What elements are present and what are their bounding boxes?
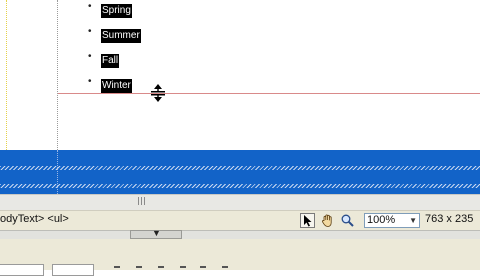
- design-view-canvas[interactable]: • Spring • Summer • Fall • Winter: [0, 0, 480, 150]
- tag-selector[interactable]: odyText> <ul>: [0, 213, 69, 225]
- property-field[interactable]: [0, 264, 44, 276]
- window-size-readout[interactable]: 763 x 235: [425, 213, 473, 225]
- property-inspector: [0, 239, 480, 276]
- align-right-icon[interactable]: [158, 266, 164, 272]
- bullet-marker: •: [88, 76, 92, 87]
- split-bar-guide: [57, 150, 58, 194]
- zoom-tool-icon[interactable]: [340, 213, 355, 228]
- split-bar-hatch: [0, 166, 480, 170]
- list-item[interactable]: • Summer: [88, 25, 141, 50]
- left-margin-guide: [6, 0, 8, 150]
- list-item[interactable]: • Fall: [88, 50, 141, 75]
- row-resize-cursor-icon: [151, 84, 165, 102]
- chevron-down-icon: ▼: [409, 216, 417, 225]
- bullet-marker: •: [88, 51, 92, 62]
- zoom-select[interactable]: 100% ▼: [364, 213, 420, 228]
- split-bar-hatch: [0, 184, 480, 188]
- zoom-value: 100%: [367, 214, 396, 226]
- triangle-down-icon: ▼: [152, 228, 161, 238]
- bullet-marker: •: [88, 1, 92, 12]
- code-design-split-bar[interactable]: [0, 150, 480, 194]
- hand-icon: [321, 214, 332, 227]
- pointer-arrow-icon: [303, 214, 311, 226]
- list-item-text[interactable]: Fall: [101, 54, 120, 68]
- list-item-text[interactable]: Spring: [101, 4, 132, 18]
- align-left-icon[interactable]: [114, 266, 120, 272]
- property-field[interactable]: [52, 264, 94, 276]
- list-item-text[interactable]: Winter: [101, 79, 132, 93]
- list-item-text[interactable]: Summer: [101, 29, 141, 43]
- panel-toggle-button[interactable]: ▼: [130, 228, 182, 239]
- list-item[interactable]: • Spring: [88, 0, 141, 25]
- hand-tool-icon[interactable]: [320, 213, 335, 228]
- resize-grip-icon[interactable]: [138, 197, 146, 205]
- layout-guide-line: [57, 0, 58, 150]
- align-center-icon[interactable]: [136, 266, 142, 272]
- list-item[interactable]: • Winter: [88, 75, 141, 100]
- justify-icon[interactable]: [180, 266, 186, 272]
- bullet-list: • Spring • Summer • Fall • Winter: [88, 0, 141, 100]
- bullet-marker: •: [88, 26, 92, 37]
- pointer-tool-icon[interactable]: [300, 213, 315, 228]
- document-scroll-area: [0, 194, 480, 211]
- magnifier-icon: [341, 214, 354, 227]
- status-bar: odyText> <ul> 100% ▼ 763 x 235: [0, 210, 480, 231]
- indent-icon[interactable]: [222, 266, 228, 272]
- list-icon[interactable]: [200, 266, 206, 272]
